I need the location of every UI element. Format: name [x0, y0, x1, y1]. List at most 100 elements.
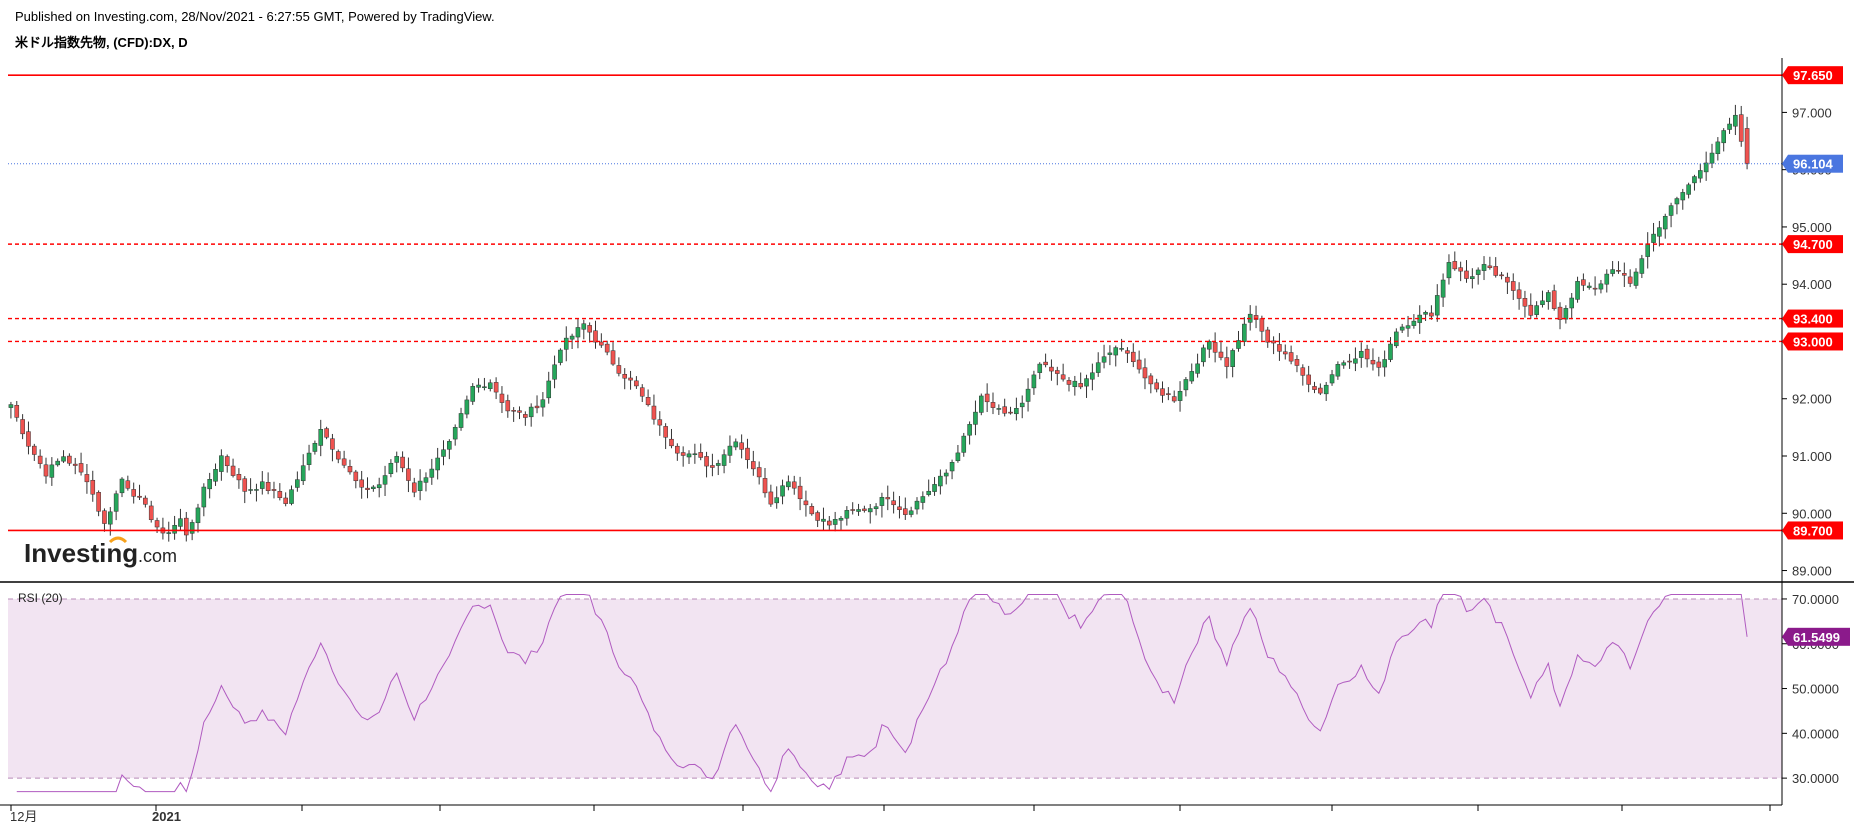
- candle-body: [1329, 374, 1335, 384]
- candle-body: [715, 463, 721, 466]
- candle-body: [879, 497, 885, 506]
- candle-body: [809, 506, 815, 515]
- candle-body: [1598, 283, 1604, 290]
- candle-body: [236, 474, 242, 481]
- candle-body: [1616, 270, 1621, 272]
- candle-body: [1569, 297, 1575, 309]
- candle-body: [867, 508, 873, 513]
- candle-body: [961, 435, 967, 453]
- candle-body: [1072, 380, 1078, 387]
- candle-body: [371, 486, 376, 489]
- candle-body: [84, 474, 90, 483]
- candle-body: [429, 468, 435, 478]
- rsi-tick-label: 30.0000: [1792, 771, 1839, 786]
- candle-body: [832, 519, 838, 525]
- investing-logo: Investing .com: [24, 536, 177, 568]
- candle-body: [1282, 351, 1288, 355]
- candle-body: [1516, 289, 1522, 299]
- candle-body: [224, 456, 230, 467]
- candle-body: [821, 518, 826, 522]
- candle-body: [1095, 362, 1101, 373]
- candle-body: [1715, 141, 1721, 155]
- level-badge: 93.000: [1782, 332, 1843, 351]
- candle-body: [979, 395, 984, 413]
- candle-body: [1101, 356, 1107, 363]
- candle-body: [1049, 366, 1054, 372]
- candle-body: [1347, 360, 1352, 363]
- candle-body: [359, 479, 364, 488]
- candle-body: [1721, 130, 1726, 144]
- candle-body: [435, 457, 440, 471]
- y-tick-label: 94.000: [1792, 277, 1832, 292]
- candle-body: [1323, 384, 1329, 395]
- candle-body: [815, 512, 820, 521]
- candle-body: [1411, 320, 1417, 326]
- candle-body: [838, 517, 844, 521]
- candle-body: [1130, 351, 1136, 362]
- candle-body: [1405, 325, 1411, 329]
- candle-body: [406, 468, 411, 481]
- candle-body: [1727, 123, 1732, 130]
- candle-body: [183, 517, 189, 536]
- rsi-tick-label: 70.0000: [1792, 592, 1839, 607]
- candle-body: [347, 466, 353, 473]
- candle-body: [1019, 402, 1025, 408]
- candle-body: [1125, 350, 1130, 354]
- candle-body: [1189, 371, 1195, 382]
- candle-body: [1592, 287, 1598, 290]
- candle-body: [1008, 411, 1013, 414]
- candle-body: [949, 462, 955, 472]
- candle-body: [599, 341, 604, 346]
- candle-body: [324, 428, 329, 438]
- candle-body: [1651, 233, 1656, 243]
- candle-body: [1025, 388, 1031, 402]
- candle-body: [698, 452, 704, 458]
- candle-body: [1733, 114, 1738, 127]
- candle-body: [1534, 305, 1539, 315]
- candle-body: [1265, 329, 1271, 343]
- logo-suffix: .com: [138, 546, 177, 566]
- candle-body: [1692, 176, 1697, 184]
- candle-body: [628, 377, 633, 381]
- candle-body: [1171, 396, 1177, 402]
- candle-body: [1224, 357, 1230, 367]
- candle-body: [1639, 258, 1645, 274]
- time-axis[interactable]: 12月 2021: [10, 805, 1771, 824]
- candle-body: [108, 511, 113, 525]
- candle-body: [1376, 361, 1382, 368]
- candle-body: [727, 445, 733, 456]
- candle-body: [1084, 378, 1089, 387]
- candle-body: [271, 489, 277, 491]
- candle-body: [131, 489, 136, 497]
- candle-body: [569, 335, 575, 340]
- candle-body: [786, 481, 791, 488]
- candle-body: [1423, 312, 1428, 315]
- candle-body: [1259, 318, 1265, 332]
- candle-body: [1481, 264, 1487, 271]
- price-chart[interactable]: 89.000 90.000 91.000 92.000 93.000 94.000 95.0…: [0, 0, 1854, 831]
- candle-body: [1031, 374, 1037, 389]
- rsi-axis: 30.000040.000050.000060.000070.0000: [1782, 592, 1839, 786]
- candle-body: [1318, 387, 1323, 394]
- candle-body: [1610, 269, 1615, 274]
- y-tick-label: 97.000: [1792, 105, 1832, 120]
- candle-body: [1505, 276, 1510, 283]
- candle-body: [1581, 279, 1586, 286]
- candle-body: [704, 456, 709, 467]
- candle-body: [1218, 351, 1224, 358]
- candle-body: [248, 489, 253, 491]
- candle-body: [1300, 367, 1306, 376]
- candle-body: [984, 393, 990, 403]
- candle-body: [604, 343, 610, 353]
- candle-body: [780, 485, 785, 497]
- candle-body: [587, 325, 592, 333]
- candle-body: [639, 387, 645, 397]
- candle-body: [768, 491, 774, 505]
- rsi-tick-label: 40.0000: [1792, 726, 1839, 741]
- candle-body: [55, 460, 60, 466]
- candle-body: [797, 485, 803, 500]
- candle-body: [400, 456, 405, 469]
- candle-body: [1528, 304, 1534, 316]
- candle-body: [1709, 152, 1715, 164]
- candle-body: [312, 442, 318, 452]
